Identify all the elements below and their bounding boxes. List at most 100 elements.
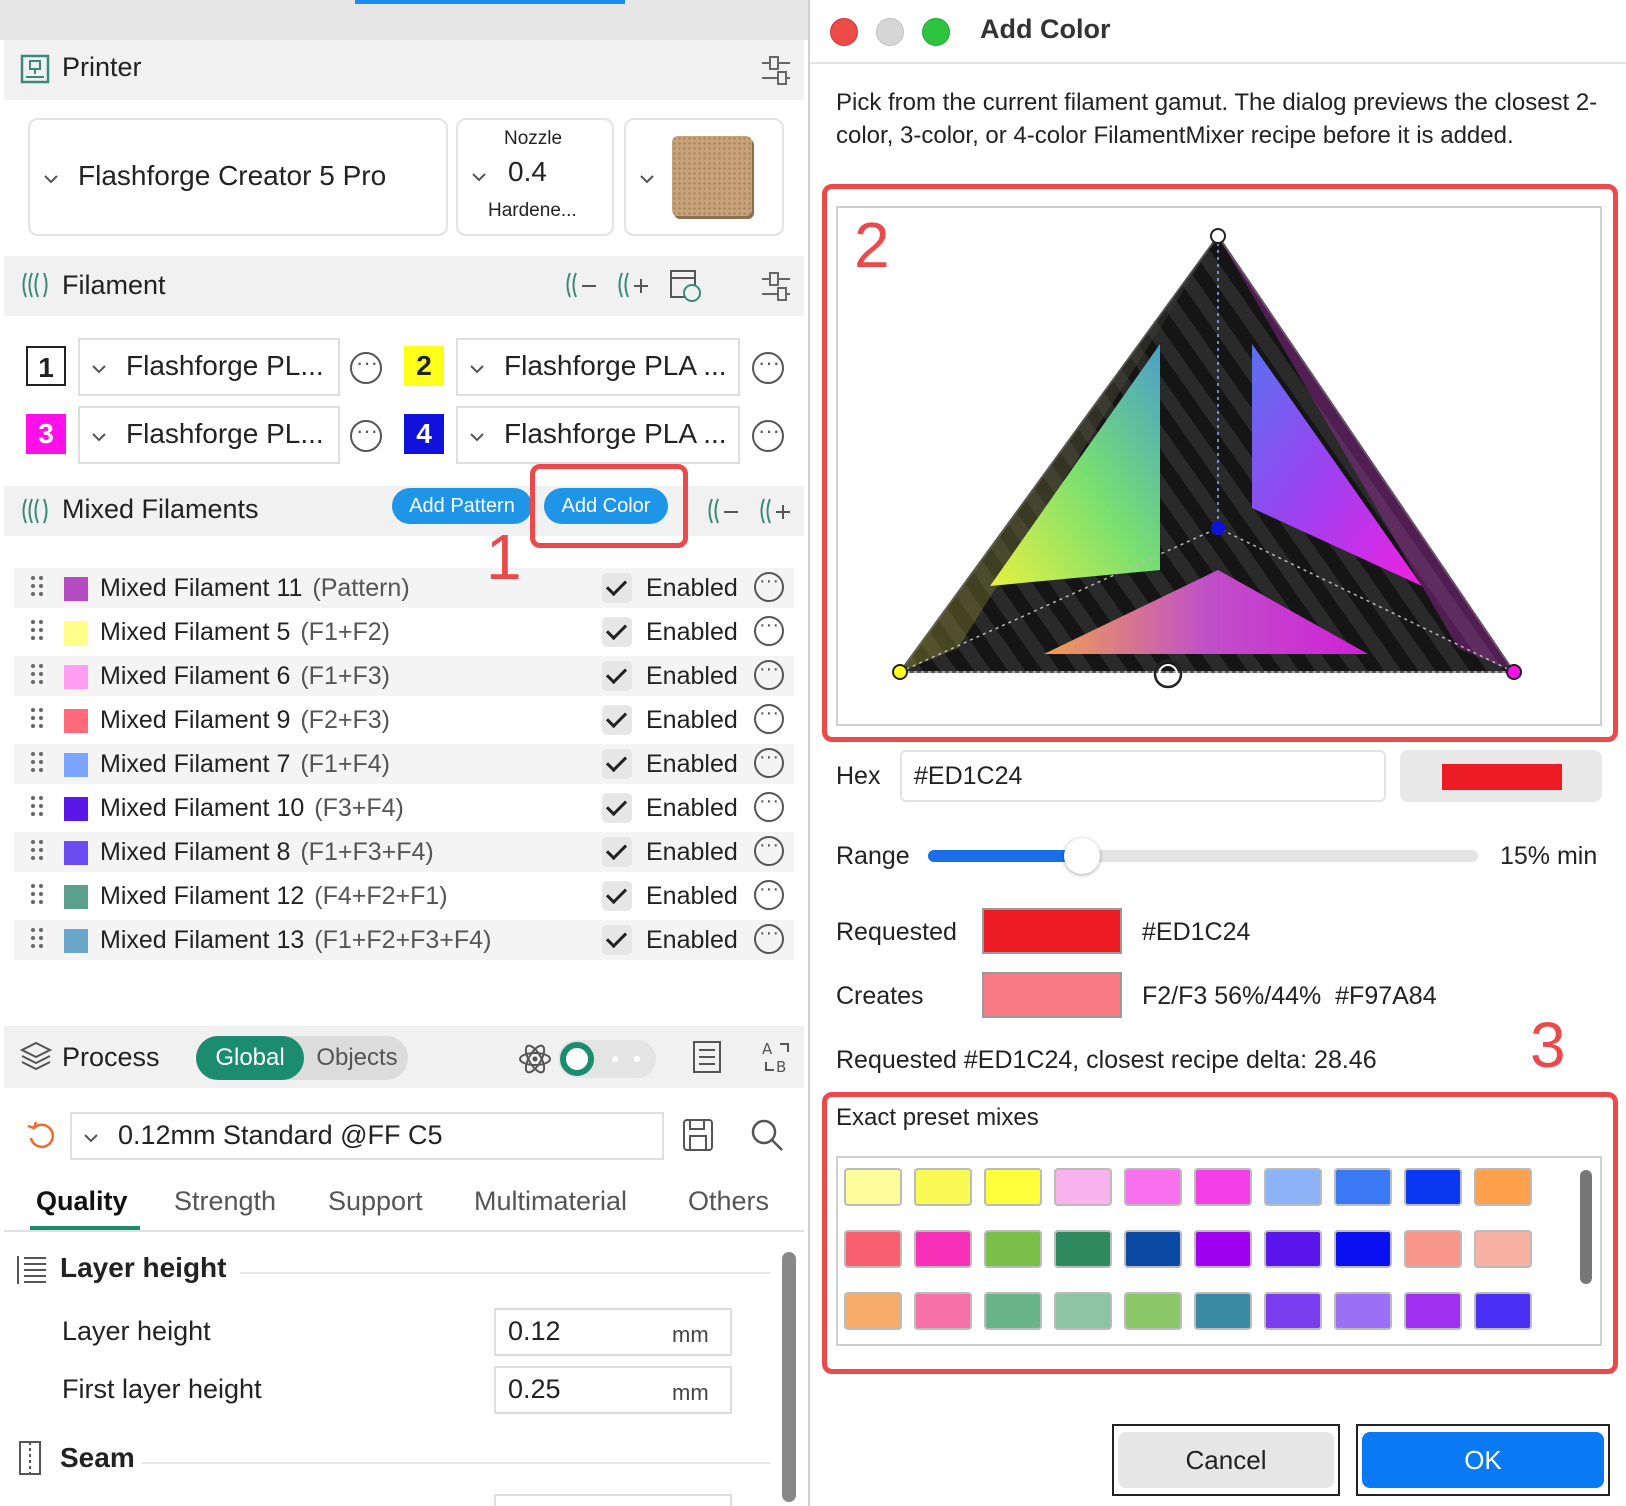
list-icon[interactable] bbox=[692, 1040, 722, 1074]
reset-icon[interactable] bbox=[26, 1120, 58, 1152]
chevron-down-icon bbox=[84, 1134, 98, 1143]
nozzle-select[interactable]: Nozzle 0.4 Hardene... bbox=[456, 118, 614, 236]
more-options-icon[interactable] bbox=[754, 702, 784, 734]
advanced-toggle[interactable] bbox=[558, 1040, 656, 1078]
tab-multimaterial[interactable]: Multimaterial bbox=[474, 1186, 627, 1217]
table-row[interactable]: Mixed Filament 5 (F1+F2) Enabled bbox=[14, 612, 794, 652]
drag-handle-icon[interactable] bbox=[30, 926, 44, 950]
more-options-icon[interactable] bbox=[752, 350, 784, 384]
ok-button[interactable]: OK bbox=[1362, 1432, 1604, 1488]
add-filament-icon[interactable] bbox=[758, 496, 794, 528]
active-tab-indicator bbox=[355, 0, 625, 4]
seam-input[interactable] bbox=[494, 1494, 732, 1506]
table-row[interactable]: Mixed Filament 11 (Pattern) Enabled bbox=[14, 568, 794, 608]
minimize-window-icon[interactable] bbox=[876, 18, 904, 46]
range-knob[interactable] bbox=[1064, 838, 1100, 874]
add-pattern-button[interactable]: Add Pattern bbox=[392, 488, 532, 524]
creates-swatch bbox=[982, 972, 1122, 1018]
enabled-checkbox[interactable] bbox=[602, 705, 632, 735]
table-row[interactable]: Mixed Filament 10 (F3+F4) Enabled bbox=[14, 788, 794, 828]
filament-edit-icon[interactable] bbox=[668, 266, 704, 304]
more-options-icon[interactable] bbox=[754, 570, 784, 602]
cancel-button[interactable]: Cancel bbox=[1118, 1432, 1334, 1488]
enabled-checkbox[interactable] bbox=[602, 661, 632, 691]
first-layer-height-input[interactable]: 0.25 mm bbox=[494, 1366, 732, 1414]
more-options-icon[interactable] bbox=[754, 746, 784, 778]
add-filament-icon[interactable] bbox=[616, 270, 652, 302]
tab-strength[interactable]: Strength bbox=[174, 1186, 276, 1217]
more-options-icon[interactable] bbox=[754, 922, 784, 954]
more-options-icon[interactable] bbox=[754, 614, 784, 646]
enabled-checkbox[interactable] bbox=[602, 837, 632, 867]
enabled-checkbox[interactable] bbox=[602, 881, 632, 911]
tab-support[interactable]: Support bbox=[328, 1186, 423, 1217]
enabled-checkbox[interactable] bbox=[602, 793, 632, 823]
printer-select[interactable]: Flashforge Creator 5 Pro bbox=[28, 118, 448, 236]
enabled-label: Enabled bbox=[646, 618, 738, 646]
more-options-icon[interactable] bbox=[350, 418, 382, 452]
plate-select[interactable] bbox=[624, 118, 784, 236]
filament-select-1[interactable]: Flashforge PL... bbox=[78, 338, 340, 396]
drag-handle-icon[interactable] bbox=[30, 574, 44, 598]
table-row[interactable]: Mixed Filament 8 (F1+F3+F4) Enabled bbox=[14, 832, 794, 872]
enabled-label: Enabled bbox=[646, 706, 738, 734]
filament-sync-icon[interactable] bbox=[564, 270, 600, 302]
settings-sliders-icon[interactable] bbox=[760, 270, 792, 302]
more-options-icon[interactable] bbox=[752, 418, 784, 452]
tab-divider bbox=[4, 1230, 804, 1232]
more-options-icon[interactable] bbox=[754, 658, 784, 690]
table-row[interactable]: Mixed Filament 7 (F1+F4) Enabled bbox=[14, 744, 794, 784]
zoom-window-icon[interactable] bbox=[922, 18, 950, 46]
enabled-checkbox[interactable] bbox=[602, 573, 632, 603]
process-profile-select[interactable]: 0.12mm Standard @FF C5 bbox=[70, 1112, 664, 1160]
range-slider[interactable] bbox=[928, 838, 1478, 874]
objects-option[interactable]: Objects bbox=[308, 1036, 406, 1080]
drag-handle-icon[interactable] bbox=[30, 706, 44, 730]
filament-select-4[interactable]: Flashforge PLA ... bbox=[456, 406, 740, 464]
mixed-filament-name: Mixed Filament 12 (F4+F2+F1) bbox=[100, 882, 448, 911]
table-row[interactable]: Mixed Filament 12 (F4+F2+F1) Enabled bbox=[14, 876, 794, 916]
hex-label: Hex bbox=[836, 762, 881, 790]
drag-handle-icon[interactable] bbox=[30, 882, 44, 906]
table-row[interactable]: Mixed Filament 13 (F1+F2+F3+F4) Enabled bbox=[14, 920, 794, 960]
range-fill bbox=[928, 850, 1082, 862]
global-option[interactable]: Global bbox=[196, 1036, 304, 1080]
filament-select-3[interactable]: Flashforge PL... bbox=[78, 406, 340, 464]
table-row[interactable]: Mixed Filament 6 (F1+F3) Enabled bbox=[14, 656, 794, 696]
hex-input[interactable]: #ED1C24 bbox=[900, 750, 1386, 802]
more-options-icon[interactable] bbox=[754, 878, 784, 910]
enabled-checkbox[interactable] bbox=[602, 617, 632, 647]
more-options-icon[interactable] bbox=[754, 834, 784, 866]
save-icon[interactable] bbox=[682, 1118, 714, 1152]
compare-icon[interactable]: A B bbox=[760, 1038, 794, 1076]
mixed-filament-name: Mixed Filament 6 (F1+F3) bbox=[100, 662, 390, 691]
drag-handle-icon[interactable] bbox=[30, 838, 44, 862]
mixed-filament-name: Mixed Filament 8 (F1+F3+F4) bbox=[100, 838, 434, 867]
drag-handle-icon[interactable] bbox=[30, 618, 44, 642]
close-window-icon[interactable] bbox=[830, 18, 858, 46]
color-well-button[interactable] bbox=[1400, 750, 1602, 802]
settings-sliders-icon[interactable] bbox=[760, 54, 792, 86]
enabled-checkbox[interactable] bbox=[602, 749, 632, 779]
more-options-icon[interactable] bbox=[754, 790, 784, 822]
drag-handle-icon[interactable] bbox=[30, 662, 44, 686]
tab-quality[interactable]: Quality bbox=[36, 1186, 128, 1217]
filament-select-2[interactable]: Flashforge PLA ... bbox=[456, 338, 740, 396]
global-objects-toggle[interactable]: Global Objects bbox=[196, 1036, 408, 1080]
ok-button-frame: OK bbox=[1356, 1424, 1610, 1496]
drag-handle-icon[interactable] bbox=[30, 794, 44, 818]
scrollbar-thumb[interactable] bbox=[782, 1252, 796, 1502]
layer-height-input[interactable]: 0.12 mm bbox=[494, 1308, 732, 1356]
tab-others[interactable]: Others bbox=[688, 1186, 769, 1217]
filament-sync-icon[interactable] bbox=[706, 496, 742, 528]
atom-icon[interactable] bbox=[518, 1042, 552, 1076]
table-row[interactable]: Mixed Filament 9 (F2+F3) Enabled bbox=[14, 700, 794, 740]
enabled-checkbox[interactable] bbox=[602, 925, 632, 955]
search-icon[interactable] bbox=[750, 1118, 784, 1152]
drag-handle-icon[interactable] bbox=[30, 750, 44, 774]
process-section-header: Process Global Objects A B bbox=[4, 1026, 804, 1088]
mixed-filament-recipe: (Pattern) bbox=[312, 574, 410, 602]
filament-name: Flashforge PL... bbox=[126, 418, 324, 449]
mixed-filament-recipe: (F1+F2) bbox=[300, 618, 390, 646]
more-options-icon[interactable] bbox=[350, 350, 382, 384]
